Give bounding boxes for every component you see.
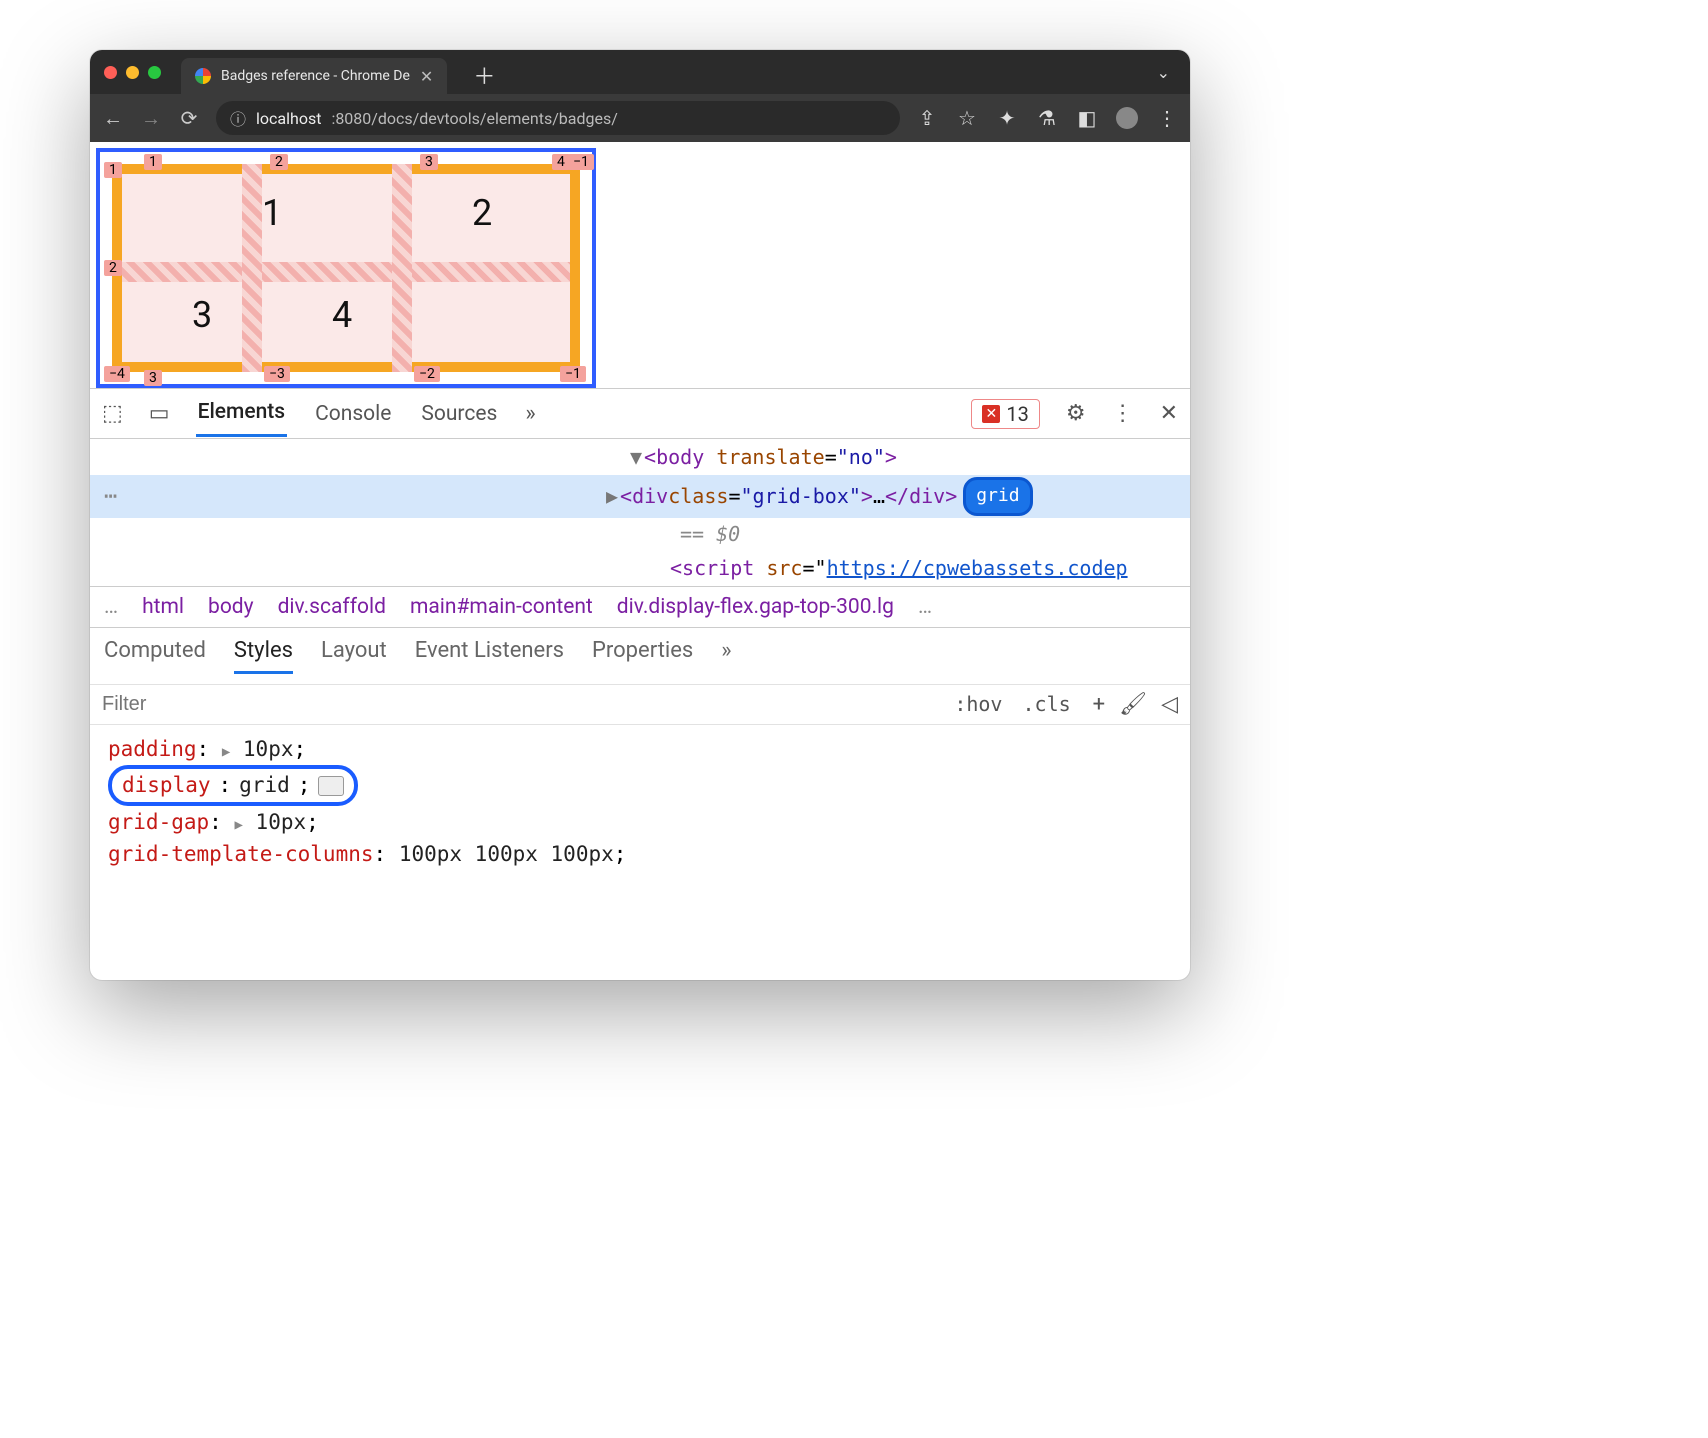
grid-line-label: −2	[414, 366, 440, 382]
inspect-icon[interactable]: ⬚	[102, 401, 123, 426]
brush-icon[interactable]: 🖌	[1119, 692, 1147, 717]
css-declaration[interactable]: grid-template-columns: 100px 100px 100px…	[108, 838, 1172, 871]
expand-icon[interactable]: ▼	[630, 441, 642, 473]
browser-toolbar: ← → ⟳ ⓘ localhost :8080/docs/devtools/ele…	[90, 94, 1190, 142]
address-bar[interactable]: ⓘ localhost :8080/docs/devtools/elements/…	[216, 101, 900, 135]
url-host: localhost	[256, 109, 321, 128]
share-icon[interactable]: ⇪	[916, 107, 938, 129]
url-path: :8080/docs/devtools/elements/badges/	[331, 109, 617, 128]
browser-tab[interactable]: Badges reference - Chrome De ✕	[181, 58, 447, 94]
browser-menu-icon[interactable]: ⋮	[1156, 107, 1178, 129]
more-tabs-icon[interactable]: »	[525, 401, 535, 426]
breadcrumb-item[interactable]: main#main-content	[410, 595, 593, 619]
error-count: 13	[1006, 402, 1028, 426]
tab-close-icon[interactable]: ✕	[420, 67, 433, 86]
grid-line-label: 2	[270, 154, 288, 170]
css-declaration[interactable]: grid-gap: ▶ 10px;	[108, 806, 1172, 839]
grid-line-label: 2	[104, 260, 122, 276]
grid-cell: 2	[472, 192, 492, 234]
new-style-rule-button[interactable]: +	[1093, 692, 1105, 717]
subtab-event-listeners[interactable]: Event Listeners	[415, 638, 564, 674]
dom-breadcrumb[interactable]: … html body div.scaffold main#main-conte…	[90, 586, 1190, 628]
grid-line-label: −3	[264, 366, 290, 382]
styles-subtabs: Computed Styles Layout Event Listeners P…	[90, 628, 1190, 685]
grid-badge[interactable]: grid	[963, 477, 1032, 516]
side-panel-icon[interactable]: ◧	[1076, 107, 1098, 129]
collapsed-indicator-icon: ⋯	[104, 479, 117, 514]
back-button[interactable]: ←	[102, 107, 124, 129]
window-controls	[104, 66, 161, 79]
titlebar: Badges reference - Chrome De ✕ ＋ ⌄	[90, 50, 1190, 94]
hov-button[interactable]: :hov	[944, 686, 1012, 722]
grid-editor-icon[interactable]	[318, 776, 344, 796]
site-info-icon[interactable]: ⓘ	[230, 106, 246, 130]
styles-toolbar: :hov .cls + 🖌 ◁	[90, 685, 1190, 725]
settings-icon[interactable]: ⚙	[1066, 401, 1086, 426]
subtab-computed[interactable]: Computed	[104, 638, 206, 674]
toolbar-right: ⇪ ☆ ✦ ⚗ ◧ ⋮	[916, 107, 1178, 129]
breadcrumb-item[interactable]: div.scaffold	[278, 595, 386, 619]
breadcrumb-item[interactable]: body	[208, 595, 254, 619]
css-declaration[interactable]: padding: ▶ 10px;	[108, 733, 1172, 766]
subtab-styles[interactable]: Styles	[234, 638, 293, 674]
dom-node-selected[interactable]: ⋯ ▶<div class="grid-box">…</div> grid	[90, 475, 1190, 518]
grid-line-label: −1	[560, 366, 586, 382]
devtools-panel: ⬚ ▭ Elements Console Sources » ✕ 13 ⚙ ⋮ …	[90, 388, 1190, 980]
breadcrumb-item[interactable]: html	[142, 595, 184, 619]
tab-console[interactable]: Console	[313, 392, 393, 436]
grid-line-label: 1	[104, 162, 122, 178]
grid-cell: 3	[192, 294, 212, 336]
grid-cell: 1	[262, 192, 282, 234]
page-content: 1 2 3 4 1 1 2 3 4 −1 2 −4 3 −3 −2 −1	[90, 142, 1190, 388]
profile-avatar[interactable]	[1116, 107, 1138, 129]
minimize-window-button[interactable]	[126, 66, 139, 79]
grid-line-label: −1	[568, 154, 594, 170]
error-icon: ✕	[982, 405, 1000, 423]
labs-icon[interactable]: ⚗	[1036, 107, 1058, 129]
grid-line-label: 3	[144, 370, 162, 386]
devtools-tabbar: ⬚ ▭ Elements Console Sources » ✕ 13 ⚙ ⋮ …	[90, 389, 1190, 439]
breadcrumb-item[interactable]: div.display-flex.gap-top-300.lg	[617, 595, 894, 619]
grid-line-label: 1	[144, 154, 162, 170]
bookmark-icon[interactable]: ☆	[956, 107, 978, 129]
grid-line-label: −4	[104, 366, 130, 382]
chrome-favicon-icon	[195, 68, 211, 84]
tab-elements[interactable]: Elements	[196, 390, 288, 437]
tab-sources[interactable]: Sources	[419, 392, 499, 436]
tabs-menu-icon[interactable]: ⌄	[1157, 63, 1170, 82]
css-rules[interactable]: padding: ▶ 10px; display: grid; grid-gap…	[90, 725, 1190, 879]
grid-line-label: 3	[420, 154, 438, 170]
device-toolbar-icon[interactable]: ▭	[149, 401, 170, 426]
grid-cell: 4	[332, 294, 352, 336]
forward-button[interactable]: →	[140, 107, 162, 129]
browser-window: Badges reference - Chrome De ✕ ＋ ⌄ ← → ⟳…	[90, 50, 1190, 980]
tab-title: Badges reference - Chrome De	[221, 68, 410, 84]
script-src-link[interactable]: https://cpwebassets.codep	[827, 556, 1128, 580]
dom-node[interactable]: ▼<body translate="no">	[90, 439, 1190, 475]
dom-ellipsis: …	[873, 480, 885, 512]
more-subtabs-icon[interactable]: »	[721, 638, 731, 674]
subtab-layout[interactable]: Layout	[321, 638, 387, 674]
cls-button[interactable]: .cls	[1012, 686, 1080, 722]
toggle-sidebar-icon[interactable]: ◁	[1161, 692, 1178, 717]
reload-button[interactable]: ⟳	[178, 107, 200, 129]
extensions-icon[interactable]: ✦	[996, 107, 1018, 129]
breadcrumb-more-right[interactable]: …	[918, 595, 932, 619]
close-window-button[interactable]	[104, 66, 117, 79]
css-declaration-highlighted[interactable]: display: grid;	[108, 765, 1172, 806]
error-counter[interactable]: ✕ 13	[971, 399, 1039, 429]
close-devtools-icon[interactable]: ✕	[1160, 401, 1178, 426]
dom-tree[interactable]: ▼<body translate="no"> ⋯ ▶<div class="gr…	[90, 439, 1190, 586]
selected-marker: == $0	[90, 518, 1190, 550]
breadcrumb-more-left[interactable]: …	[104, 595, 118, 619]
subtab-properties[interactable]: Properties	[592, 638, 693, 674]
maximize-window-button[interactable]	[148, 66, 161, 79]
new-tab-button[interactable]: ＋	[473, 59, 495, 91]
dom-node[interactable]: <script src="https://cpwebassets.codep	[90, 550, 1190, 586]
grid-overlay-preview: 1 2 3 4 1 1 2 3 4 −1 2 −4 3 −3 −2 −1	[96, 148, 596, 388]
expand-icon[interactable]: ▶	[606, 480, 618, 512]
devtools-menu-icon[interactable]: ⋮	[1112, 401, 1134, 426]
styles-filter-input[interactable]	[90, 685, 944, 724]
